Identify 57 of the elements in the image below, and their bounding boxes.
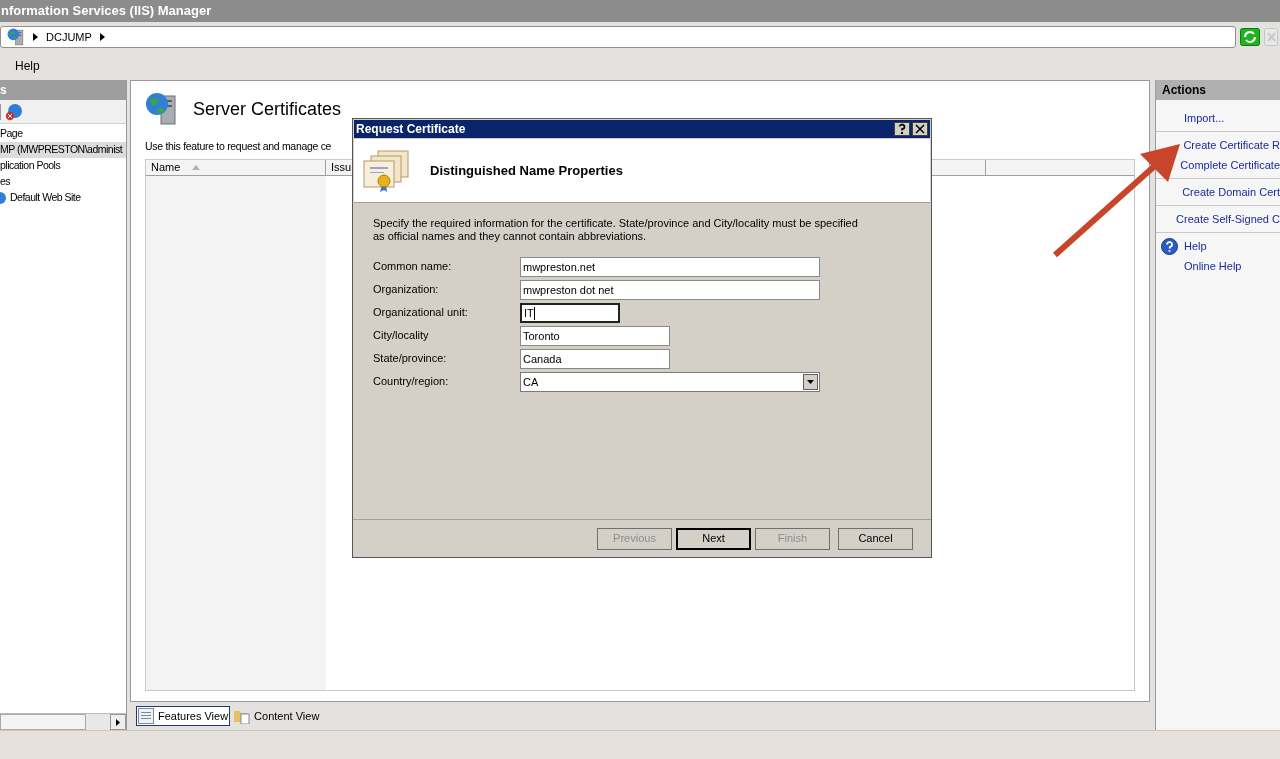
text-field[interactable]: Canada bbox=[520, 349, 670, 369]
horizontal-scrollbar[interactable] bbox=[0, 713, 126, 730]
tree-item[interactable]: es bbox=[0, 174, 126, 190]
view-tab[interactable]: Content View bbox=[232, 706, 322, 726]
globe-icon bbox=[0, 192, 6, 204]
action-link[interactable]: Import... bbox=[1184, 109, 1225, 127]
text-field[interactable]: IT bbox=[520, 303, 620, 323]
tree-item[interactable]: Default Web Site bbox=[0, 190, 126, 206]
globe-server-icon bbox=[145, 92, 179, 126]
help-icon[interactable] bbox=[894, 122, 910, 136]
tree-item[interactable]: MP (MWPRESTON\administ bbox=[0, 142, 126, 158]
folder-document-icon bbox=[234, 708, 251, 724]
text-cursor bbox=[533, 306, 535, 320]
field-label: State/province: bbox=[373, 351, 448, 366]
wizard-button[interactable]: Cancel bbox=[838, 527, 913, 550]
action-link[interactable]: Create Self-Signed C bbox=[1176, 210, 1280, 228]
wizard-button[interactable]: Next bbox=[676, 527, 751, 550]
pane-header: s bbox=[0, 80, 126, 100]
breadcrumb[interactable]: DCJUMP bbox=[46, 28, 92, 46]
list-view-icon bbox=[138, 708, 154, 724]
instructions-text: Specify the required information for the certificate. State/province and City/locality must be specified as official names and they cannot contain abbreviations. bbox=[373, 217, 859, 243]
column-header[interactable]: Name bbox=[146, 159, 326, 175]
address-field[interactable]: DCJUMP bbox=[0, 26, 1236, 48]
field-label: Organizational unit: bbox=[373, 305, 469, 320]
description-text: Use this feature to request and manage ce bbox=[145, 139, 332, 154]
field-label: City/locality bbox=[373, 328, 430, 343]
menu-item[interactable]: Help bbox=[15, 57, 40, 75]
close-icon[interactable] bbox=[912, 122, 928, 136]
action-link[interactable]: Online Help bbox=[1184, 257, 1242, 275]
dialog-title: Request Certificate bbox=[356, 121, 466, 138]
tree-item[interactable]: plication Pools bbox=[0, 158, 126, 174]
globe-server-icon bbox=[7, 28, 25, 46]
field-label: Organization: bbox=[373, 282, 440, 297]
scroll-right-icon[interactable] bbox=[116, 718, 120, 726]
dialog-heading: Distinguished Name Properties bbox=[430, 161, 623, 180]
action-link[interactable]: Complete Certificate bbox=[1180, 156, 1280, 174]
country-dropdown[interactable]: CA bbox=[520, 372, 820, 392]
page-title: Server Certificates bbox=[193, 97, 342, 121]
action-link[interactable]: Create Domain Cert bbox=[1182, 183, 1280, 201]
view-tab[interactable]: Features View bbox=[136, 706, 231, 726]
chevron-right-icon bbox=[33, 33, 38, 41]
field-label: Common name: bbox=[373, 259, 453, 274]
action-link[interactable]: Create Certificate R bbox=[1183, 136, 1280, 154]
chevron-right-icon bbox=[99, 33, 105, 41]
text-field[interactable]: Toronto bbox=[520, 326, 670, 346]
window-title: nformation Services (IIS) Manager bbox=[0, 0, 1280, 22]
refresh-icon[interactable] bbox=[1240, 28, 1260, 46]
text-field[interactable]: mwpreston dot net bbox=[520, 280, 820, 300]
text-field[interactable]: mwpreston.net bbox=[520, 257, 820, 277]
certificate-icon bbox=[362, 148, 412, 193]
sort-ascending-icon bbox=[192, 164, 201, 170]
tree-item[interactable]: Page bbox=[0, 126, 126, 142]
action-link[interactable]: Help bbox=[1184, 237, 1207, 255]
field-label: Country/region: bbox=[373, 374, 450, 389]
help-icon bbox=[1161, 237, 1178, 255]
disconnect-icon[interactable] bbox=[5, 102, 23, 121]
pane-header: Actions bbox=[1156, 80, 1280, 100]
